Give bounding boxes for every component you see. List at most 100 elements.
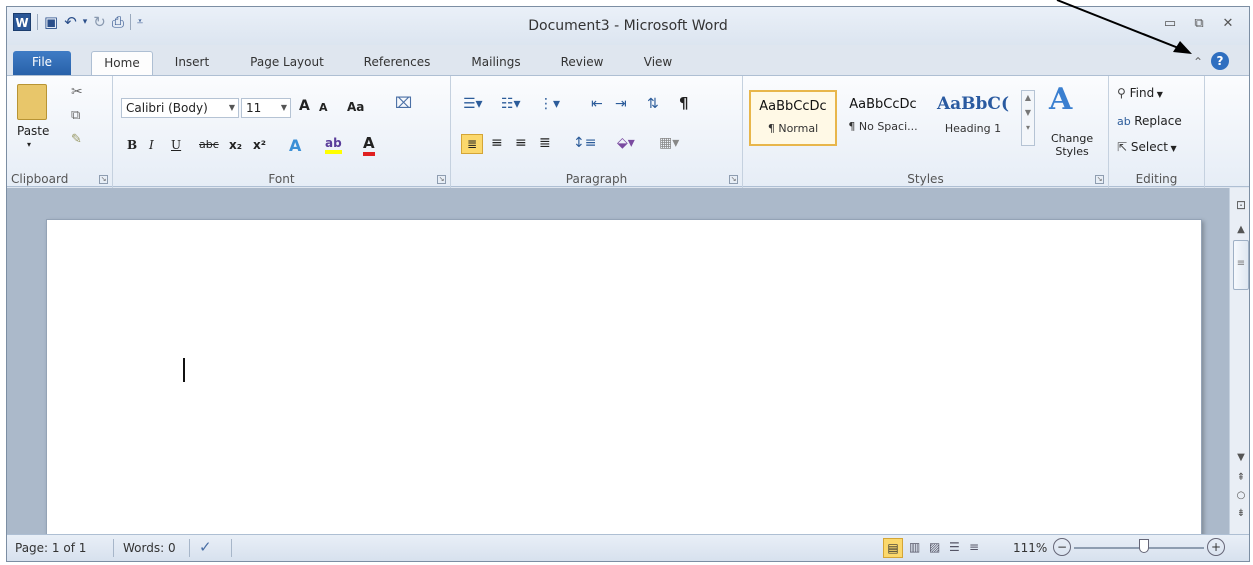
close-icon[interactable]: ✕ [1217, 16, 1239, 34]
strikethrough-button[interactable]: abc [199, 138, 219, 151]
change-styles-icon[interactable]: A [1049, 82, 1072, 117]
copy-icon[interactable]: ⧉ [71, 108, 80, 123]
format-painter-icon[interactable]: ✎ [71, 132, 82, 147]
decrease-indent-icon[interactable]: ⇤ [591, 96, 603, 112]
previous-page-icon[interactable]: ⇞ [1233, 472, 1249, 483]
page-count[interactable]: Page: 1 of 1 [15, 541, 86, 555]
ruler-toggle-icon[interactable]: ⊡ [1233, 198, 1249, 212]
underline-button[interactable]: U [171, 138, 181, 152]
tab-file[interactable]: File [13, 51, 71, 75]
borders-icon[interactable]: ▦▾ [659, 135, 679, 151]
style-no-spacing[interactable]: AaBbCcDc ¶ No Spaci... [839, 90, 927, 146]
numbering-icon[interactable]: ☷▾ [501, 96, 521, 112]
tab-mailings[interactable]: Mailings [461, 51, 531, 75]
zoom-slider-thumb[interactable] [1139, 539, 1149, 553]
multilevel-list-icon[interactable]: ⋮▾ [539, 96, 560, 112]
minimize-ribbon-icon[interactable]: ⌃ [1189, 51, 1207, 75]
cursor-icon: ⇱ [1117, 140, 1131, 154]
font-launcher-icon[interactable]: ↘ [437, 175, 446, 184]
restore-icon[interactable]: ⧉ [1188, 16, 1210, 34]
proofing-icon[interactable]: ✓ [199, 538, 212, 556]
shading-icon[interactable]: ⬙▾ [617, 135, 635, 151]
editing-group: ⚲ Find ▼ ab Replace ⇱ Select ▼ Editing [1109, 76, 1205, 188]
paste-dropdown-icon[interactable]: ▾ [27, 140, 31, 149]
clear-formatting-icon[interactable]: ⌧ [395, 94, 412, 112]
find-button[interactable]: ⚲ Find ▼ [1117, 86, 1163, 100]
font-size-combo[interactable]: 11 ▼ [241, 98, 291, 118]
clipboard-launcher-icon[interactable]: ↘ [99, 175, 108, 184]
paragraph-launcher-icon[interactable]: ↘ [729, 175, 738, 184]
scroll-down-icon[interactable]: ▼ [1233, 452, 1249, 463]
show-marks-button[interactable]: ¶ [679, 94, 689, 112]
document-page[interactable] [46, 219, 1202, 549]
highlight-button[interactable]: ab [325, 136, 342, 154]
bullets-icon[interactable]: ☰▾ [463, 96, 483, 112]
vertical-scrollbar[interactable]: ⊡ ▲ ≡ ▼ ⇞ ○ ⇟ [1229, 188, 1249, 536]
grow-font-button[interactable]: A [299, 98, 310, 114]
full-screen-reading-icon[interactable]: ▥ [909, 540, 920, 554]
change-styles-line-2: Styles [1055, 145, 1089, 158]
title-bar: W ▣ ↶ ▾ ↻ ⎙ ⩡ Document3 - Microsoft Word… [7, 7, 1249, 45]
tab-references[interactable]: References [353, 51, 441, 75]
italic-button[interactable]: I [149, 138, 154, 152]
bold-button[interactable]: B [127, 138, 137, 152]
help-icon[interactable]: ? [1211, 52, 1229, 70]
tab-review[interactable]: Review [553, 51, 611, 75]
justify-icon[interactable]: ≣ [539, 135, 551, 151]
window-title: Document3 - Microsoft Word [528, 18, 728, 34]
print-layout-icon[interactable]: ▤ [883, 538, 903, 558]
tab-page-layout[interactable]: Page Layout [241, 51, 333, 75]
separator [231, 539, 232, 557]
scroll-thumb[interactable]: ≡ [1233, 240, 1249, 290]
font-name-combo[interactable]: Calibri (Body) ▼ [121, 98, 239, 118]
next-page-icon[interactable]: ⇟ [1233, 508, 1249, 519]
change-styles-line-1: Change [1051, 132, 1094, 145]
cut-icon[interactable]: ✂ [71, 84, 83, 100]
paragraph-group: ☰▾ ☷▾ ⋮▾ ⇤ ⇥ ⇅ ¶ ≣ ≡ ≡ ≣ ↕≡ ⬙▾ ▦▾ Paragr… [451, 76, 743, 188]
styles-scroll[interactable]: ▲ ▼ ▾ [1021, 90, 1035, 146]
change-styles-button[interactable]: Change Styles [1051, 132, 1093, 158]
style-heading-1[interactable]: AaBbC( Heading 1 [929, 90, 1017, 146]
editing-label: Editing [1135, 172, 1178, 186]
separator [113, 539, 114, 557]
text-cursor [183, 358, 185, 382]
align-left-icon[interactable]: ≣ [461, 134, 483, 154]
style-normal[interactable]: AaBbCcDc ¶ Normal [749, 90, 837, 146]
zoom-out-button[interactable]: − [1053, 538, 1071, 556]
shrink-font-button[interactable]: A [319, 101, 328, 114]
select-browse-object-icon[interactable]: ○ [1233, 490, 1249, 501]
select-button[interactable]: ⇱ Select ▼ [1117, 140, 1177, 154]
styles-label: Styles [907, 172, 944, 186]
styles-launcher-icon[interactable]: ↘ [1095, 175, 1104, 184]
chevron-down-icon: ▼ [228, 103, 235, 112]
zoom-in-button[interactable]: + [1207, 538, 1225, 556]
change-case-button[interactable]: Aa [347, 100, 364, 114]
tab-insert[interactable]: Insert [165, 51, 219, 75]
scroll-up-icon[interactable]: ▲ [1233, 224, 1249, 235]
replace-button[interactable]: ab Replace [1117, 114, 1182, 128]
draft-icon[interactable]: ≡ [969, 540, 979, 554]
font-group: Calibri (Body) ▼ 11 ▼ A A Aa ⌧ B I U abc x… [113, 76, 451, 188]
replace-label: Replace [1134, 114, 1182, 128]
align-center-icon[interactable]: ≡ [491, 135, 503, 151]
align-right-icon[interactable]: ≡ [515, 135, 527, 151]
increase-indent-icon[interactable]: ⇥ [615, 96, 627, 112]
paste-button[interactable]: Paste [17, 124, 49, 138]
text-effects-button[interactable]: A [289, 136, 301, 155]
font-color-button[interactable]: A [363, 134, 375, 156]
minimize-icon[interactable]: ▭ [1159, 16, 1181, 34]
style-sample: AaBbCcDc [759, 99, 827, 114]
word-count[interactable]: Words: 0 [123, 541, 176, 555]
superscript-button[interactable]: x² [253, 138, 266, 152]
tab-view[interactable]: View [635, 51, 681, 75]
zoom-level[interactable]: 111% [1013, 541, 1047, 555]
subscript-button[interactable]: x₂ [229, 138, 242, 152]
font-size-value: 11 [246, 101, 262, 115]
sort-icon[interactable]: ⇅ [647, 96, 659, 112]
select-label: Select [1130, 140, 1168, 154]
outline-icon[interactable]: ☰ [949, 540, 960, 554]
paste-icon[interactable] [17, 84, 47, 120]
web-layout-icon[interactable]: ▨ [929, 540, 940, 554]
tab-home[interactable]: Home [91, 51, 153, 75]
line-spacing-icon[interactable]: ↕≡ [573, 135, 596, 151]
